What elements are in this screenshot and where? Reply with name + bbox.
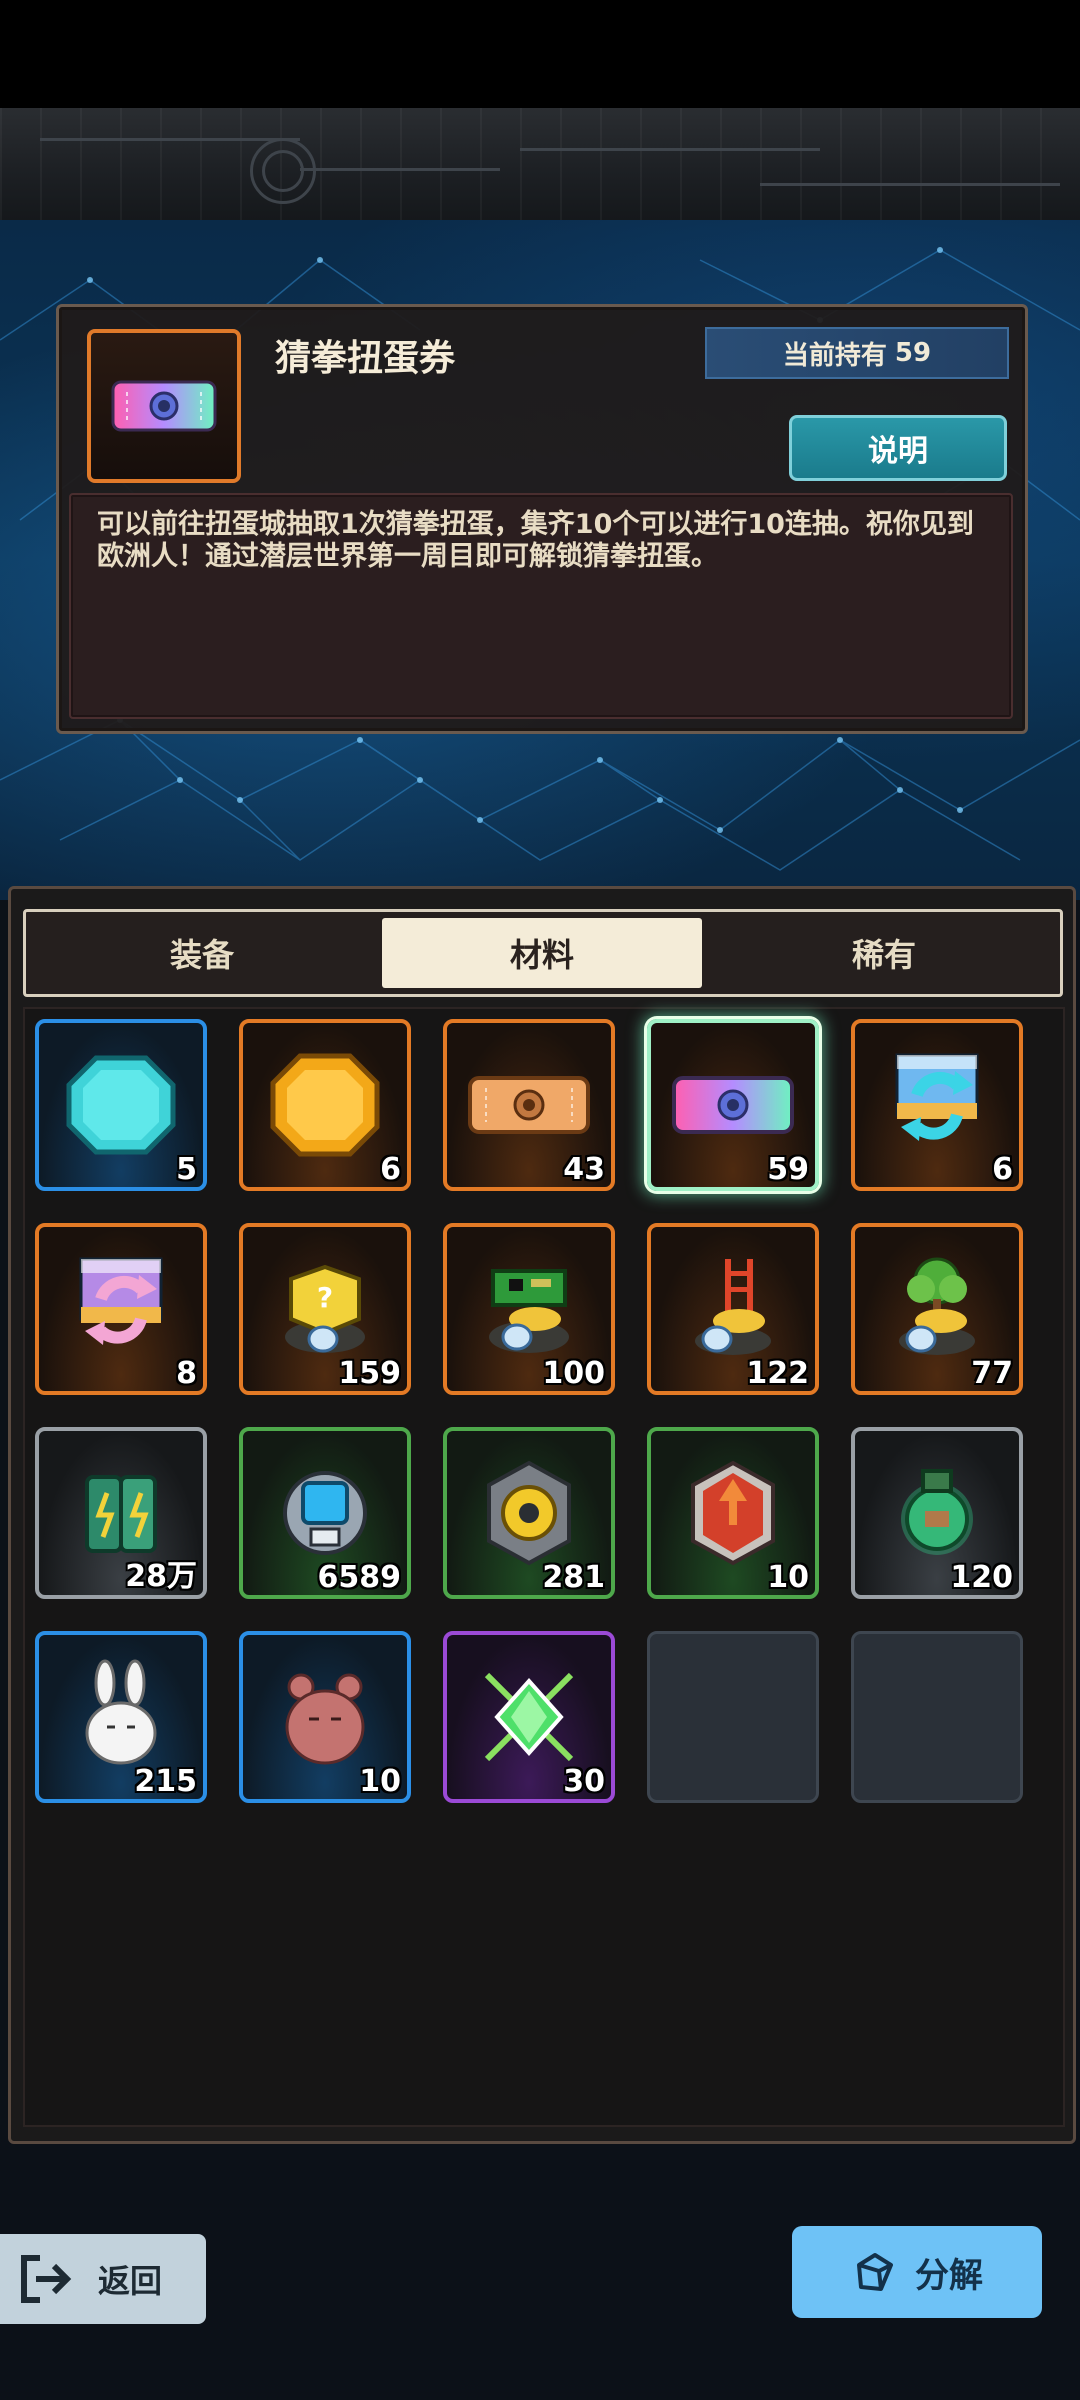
item-quantity: 30 [563, 1764, 605, 1799]
item-quantity: 215 [134, 1764, 197, 1799]
item-slot[interactable]: 215 [35, 1631, 207, 1803]
item-quantity: 120 [950, 1560, 1013, 1595]
item-slot[interactable]: 6589 [239, 1427, 411, 1599]
held-count-box: 当前持有 59 [705, 327, 1009, 379]
item-quantity: 10 [359, 1764, 401, 1799]
item-slot[interactable]: 43 [443, 1019, 615, 1191]
explain-button[interactable]: 说明 [789, 415, 1007, 481]
back-button[interactable]: 返回 [0, 2234, 206, 2324]
item-slot[interactable]: 59 [647, 1019, 819, 1191]
back-label: 返回 [98, 2262, 163, 2300]
item-quantity: 59 [767, 1152, 809, 1187]
item-slot[interactable]: 120 [851, 1427, 1023, 1599]
item-slot[interactable]: 5 [35, 1019, 207, 1191]
item-quantity: 77 [971, 1356, 1013, 1391]
item-quantity: 10 [767, 1560, 809, 1595]
item-slot[interactable]: 28万 [35, 1427, 207, 1599]
exit-arrow-icon [21, 2255, 72, 2303]
item-slot[interactable]: 8 [35, 1223, 207, 1395]
decompose-button[interactable]: 分解 [792, 2226, 1042, 2318]
item-slot[interactable]: 6 [851, 1019, 1023, 1191]
item-slot[interactable]: 281 [443, 1427, 615, 1599]
item-slot[interactable]: ? 159 [239, 1223, 411, 1395]
item-quantity: 100 [542, 1356, 605, 1391]
item-slot[interactable]: 10 [647, 1427, 819, 1599]
tab-rare[interactable]: 稀有 [724, 918, 1044, 988]
item-quantity: 8 [176, 1356, 197, 1391]
category-tabbar: 装备 材料 稀有 [23, 909, 1063, 997]
item-quantity: 159 [338, 1356, 401, 1391]
item-quantity: 5 [176, 1152, 197, 1187]
decompose-cube-icon [857, 2253, 893, 2291]
item-slot[interactable]: 100 [443, 1223, 615, 1395]
empty-item-slot [647, 1631, 819, 1803]
item-quantity: 6 [992, 1152, 1013, 1187]
item-quantity: 28万 [125, 1559, 197, 1594]
held-count: 59 [894, 338, 932, 368]
item-quantity: 43 [563, 1152, 605, 1187]
description-box: 可以前往扭蛋城抽取1次猜拳扭蛋，集齐10个可以进行10连抽。祝你见到欧洲人！通过… [69, 493, 1013, 719]
svg-text:?: ? [317, 1281, 333, 1314]
item-slot[interactable]: 6 [239, 1019, 411, 1191]
item-grid: 5 6 43 59 6 8? 159 100 122 77 28万 6589 281 10 120 215 10… [23, 1007, 1065, 2127]
item-quantity: 281 [542, 1560, 605, 1595]
empty-item-slot [851, 1631, 1023, 1803]
item-description: 可以前往扭蛋城抽取1次猜拳扭蛋，集齐10个可以进行10连抽。祝你见到欧洲人！通过… [97, 509, 974, 572]
item-slot[interactable]: 122 [647, 1223, 819, 1395]
item-detail-panel: 猜拳扭蛋券 当前持有 59 说明 可以前往扭蛋城抽取1次猜拳扭蛋，集齐10个可以… [56, 304, 1028, 734]
tab-materials[interactable]: 材料 [382, 918, 702, 988]
item-slot[interactable]: 30 [443, 1631, 615, 1803]
item-quantity: 6 [380, 1152, 401, 1187]
decompose-label: 分解 [915, 2255, 983, 2296]
inventory-panel: 装备 材料 稀有 5 6 43 59 6 8? 159 100 122 77 28万 6589 281 1… [8, 886, 1076, 2144]
status-bar [0, 0, 1080, 108]
item-quantity: 6589 [317, 1560, 402, 1595]
item-slot[interactable]: 10 [239, 1631, 411, 1803]
held-label: 当前持有 [782, 340, 887, 371]
item-title: 猜拳扭蛋券 [275, 338, 456, 379]
tab-equipment[interactable]: 装备 [42, 918, 362, 988]
rainbow-gacha-ticket-icon [111, 380, 217, 432]
item-quantity: 122 [746, 1356, 809, 1391]
item-portrait [87, 329, 241, 483]
item-slot[interactable]: 77 [851, 1223, 1023, 1395]
circuit-header-decoration [0, 108, 1080, 223]
